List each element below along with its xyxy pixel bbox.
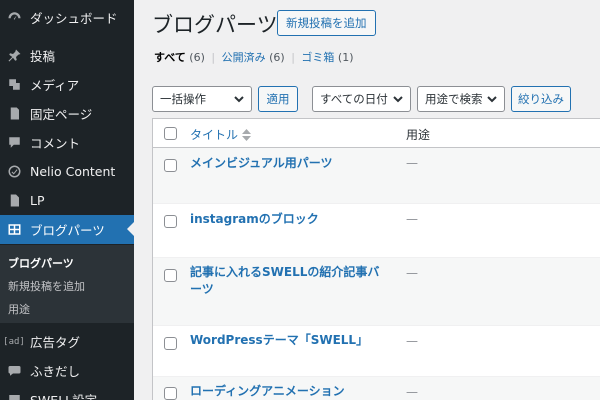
sidebar-item-swell-settings[interactable]: SWELL設定 [0,385,134,400]
row-title-link[interactable]: ローディングアニメーション [190,383,390,400]
row-usage: — [406,266,418,280]
row-title-link[interactable]: メインビジュアル用パーツ [190,155,390,172]
sidebar-item-label: ふきだし [30,364,81,379]
select-all-checkbox[interactable] [164,127,177,140]
submenu-item-usage[interactable]: 用途 [8,301,30,317]
apply-button[interactable]: 適用 [258,86,298,112]
row-checkbox[interactable] [164,269,177,282]
sort-icon [242,128,252,141]
row-title-link[interactable]: WordPressテーマ「SWELL」 [190,332,390,349]
view-published-count: (6) [269,51,285,64]
sidebar-item-blog-parts[interactable]: ブログパーツ [0,215,134,244]
row-checkbox[interactable] [164,387,177,400]
date-filter-value: すべての日付 [320,92,388,106]
ad-icon: [ad] [3,336,25,347]
sidebar-item-media[interactable]: メディア [0,70,134,99]
usage-filter-value: 用途で検索 [425,92,483,106]
date-filter-select[interactable]: すべての日付 [312,86,411,112]
page-title: ブログパーツ [152,13,278,37]
sidebar-item-label: LP [30,193,45,208]
settings-icon [6,392,22,400]
pin-icon [6,48,22,64]
sidebar-item-pages[interactable]: 固定ページ [0,99,134,128]
chevron-down-icon [486,93,498,105]
table-header: タイトル 用途 [153,119,600,148]
sidebar-item-comments[interactable]: コメント [0,128,134,157]
admin-sidebar: ダッシュボード 投稿 メディア 固定ページ コメント Nelio Content… [0,0,134,400]
document-icon [6,193,22,209]
row-title-link[interactable]: 記事に入れるSWELLの紹介記事バーツ [190,264,390,298]
table-row: メインビジュアル用パーツ — [153,148,600,204]
nelio-icon [6,164,22,180]
view-separator: | [291,51,295,64]
view-trash-count: (1) [337,51,354,64]
media-icon [6,77,22,93]
row-title-link[interactable]: instagramのブロック [190,211,390,228]
row-usage: — [406,385,418,399]
page-icon [6,106,22,122]
blog-parts-icon [6,222,22,238]
row-checkbox[interactable] [164,215,177,228]
sidebar-item-label: コメント [30,136,81,151]
row-usage: — [406,156,418,170]
add-new-button[interactable]: 新規投稿を追加 [277,10,376,36]
active-menu-arrow [127,222,134,236]
bulk-action-value: 一括操作 [160,92,206,106]
row-usage: — [406,334,418,348]
sidebar-item-ad-tags[interactable]: [ad] 広告タグ [0,327,134,356]
view-all-count: (6) [189,51,205,64]
chevron-down-icon [233,93,245,105]
table-row: instagramのブロック — [153,204,600,258]
view-all-link[interactable]: すべて [154,51,186,64]
post-status-filters: すべて (6) | 公開済み (6) | ゴミ箱 (1) [154,49,354,65]
row-checkbox[interactable] [164,337,177,350]
sidebar-item-lp[interactable]: LP [0,186,134,215]
submenu-item-add-new[interactable]: 新規投稿を追加 [8,278,85,294]
speech-bubble-icon [6,363,22,379]
usage-filter-select[interactable]: 用途で検索 [417,86,505,112]
sidebar-item-nelio-content[interactable]: Nelio Content [0,157,134,186]
submenu-item-blog-parts[interactable]: ブログパーツ [8,255,74,271]
sidebar-item-label: 広告タグ [30,335,81,350]
comment-icon [6,135,22,151]
view-published-link[interactable]: 公開済み [222,51,266,64]
table-row: 記事に入れるSWELLの紹介記事バーツ — [153,258,600,326]
table-row: ローディングアニメーション — [153,377,600,400]
row-usage: — [406,212,418,226]
dashboard-icon [6,10,22,26]
view-trash-link[interactable]: ゴミ箱 [301,51,334,64]
sidebar-item-label: メディア [30,78,80,93]
column-usage-header: 用途 [406,128,431,142]
row-checkbox[interactable] [164,159,177,172]
sidebar-item-posts[interactable]: 投稿 [0,41,134,70]
blog-parts-submenu: ブログパーツ 新規投稿を追加 用途 [0,245,134,323]
column-title-label: タイトル [190,128,239,142]
column-title-header[interactable]: タイトル [190,126,252,143]
filter-button[interactable]: 絞り込み [511,86,571,112]
view-separator: | [211,51,216,64]
chevron-down-icon [392,93,404,105]
main-content: ブログパーツ 新規投稿を追加 すべて (6) | 公開済み (6) | ゴミ箱 … [134,0,600,400]
sidebar-item-dashboard[interactable]: ダッシュボード [0,3,134,32]
sidebar-item-label: Nelio Content [30,164,116,179]
sidebar-item-label: 固定ページ [30,107,93,122]
sidebar-item-label: SWELL設定 [30,390,97,400]
table-row: WordPressテーマ「SWELL」 — [153,326,600,377]
sidebar-item-label: 投稿 [30,49,56,64]
bulk-action-select[interactable]: 一括操作 [152,86,252,112]
sidebar-item-label: ブログパーツ [30,223,105,238]
posts-table: タイトル 用途 メインビジュアル用パーツ — instagramのブロック — … [152,118,600,400]
sidebar-item-speech-bubble[interactable]: ふきだし [0,356,134,385]
sidebar-item-label: ダッシュボード [30,11,118,26]
